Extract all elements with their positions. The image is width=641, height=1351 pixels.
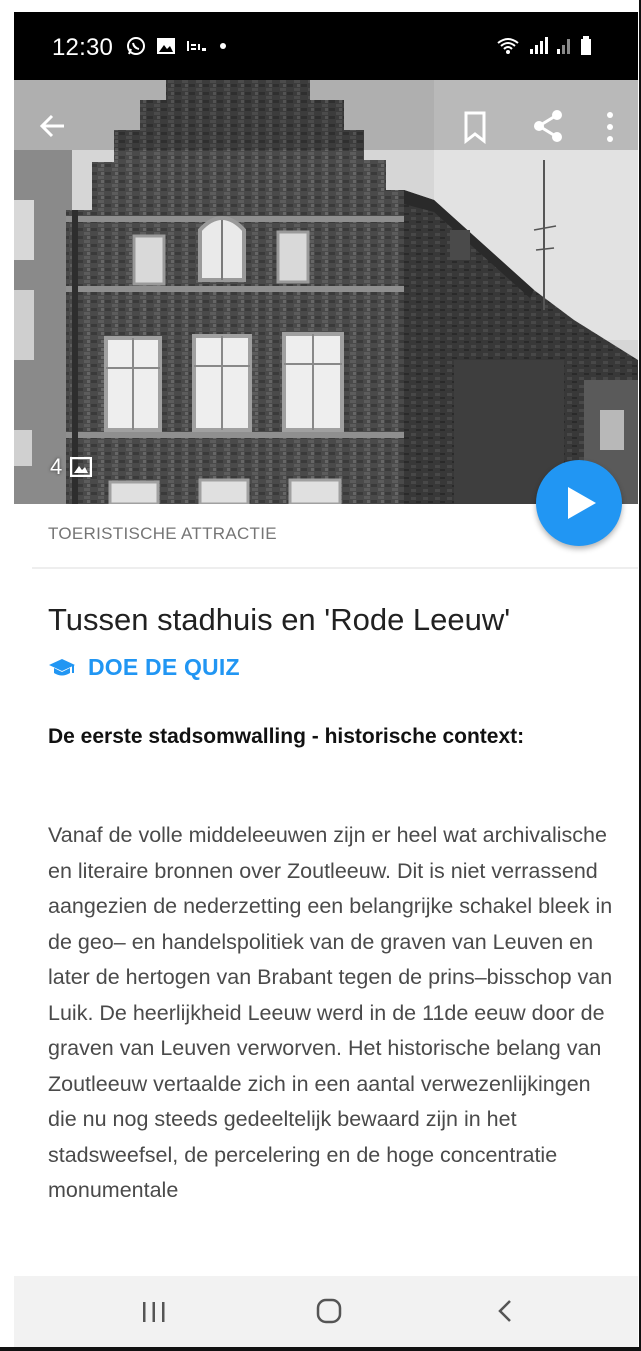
section-heading: De eerste stadsomwalling - historische c…	[48, 725, 525, 748]
system-navigation-bar	[14, 1276, 638, 1347]
bookmark-icon[interactable]	[460, 110, 490, 144]
system-status-icons	[496, 36, 592, 56]
notification-icons	[126, 36, 228, 56]
screenshot-border	[0, 0, 14, 1351]
back-arrow-icon[interactable]	[34, 108, 70, 144]
recent-apps-icon[interactable]	[138, 1298, 170, 1326]
system-back-icon[interactable]	[492, 1296, 518, 1326]
page-title: Tussen stadhuis en 'Rode Leeuw'	[48, 602, 511, 637]
wifi-icon	[497, 38, 519, 54]
image-gallery-icon	[70, 457, 93, 477]
home-icon[interactable]	[314, 1296, 344, 1326]
play-audio-button[interactable]	[536, 460, 622, 546]
play-icon	[568, 487, 596, 519]
photo-count[interactable]: 4	[50, 454, 93, 480]
body-text: Vanaf de volle middeleeuwen zijn er heel…	[48, 823, 613, 1202]
app-notification-icon	[187, 41, 206, 51]
gallery-icon	[157, 38, 175, 54]
share-icon[interactable]	[530, 108, 566, 144]
divider	[32, 567, 638, 569]
dot-icon	[220, 43, 226, 49]
category-label: TOERISTISCHE ATTRACTIE	[48, 524, 277, 543]
graduation-cap-icon	[49, 658, 75, 675]
whatsapp-icon	[127, 37, 145, 55]
phone-screen: 12:30 4 TOERISTISCHE ATTRACTIE Tussen st…	[14, 12, 638, 1347]
quiz-link[interactable]: DOE DE QUIZ	[48, 654, 240, 681]
quiz-label: DOE DE QUIZ	[88, 654, 240, 680]
photo-count-number: 4	[50, 454, 63, 479]
window-group	[104, 332, 344, 432]
signal-2-icon	[557, 39, 570, 54]
battery-icon	[581, 36, 591, 55]
signal-icon	[530, 37, 548, 54]
status-time: 12:30	[52, 34, 114, 61]
status-bar: 12:30	[14, 12, 638, 80]
more-options-icon[interactable]	[598, 110, 622, 144]
toolbar	[14, 108, 638, 148]
screenshot-border-bottom	[0, 1347, 641, 1351]
